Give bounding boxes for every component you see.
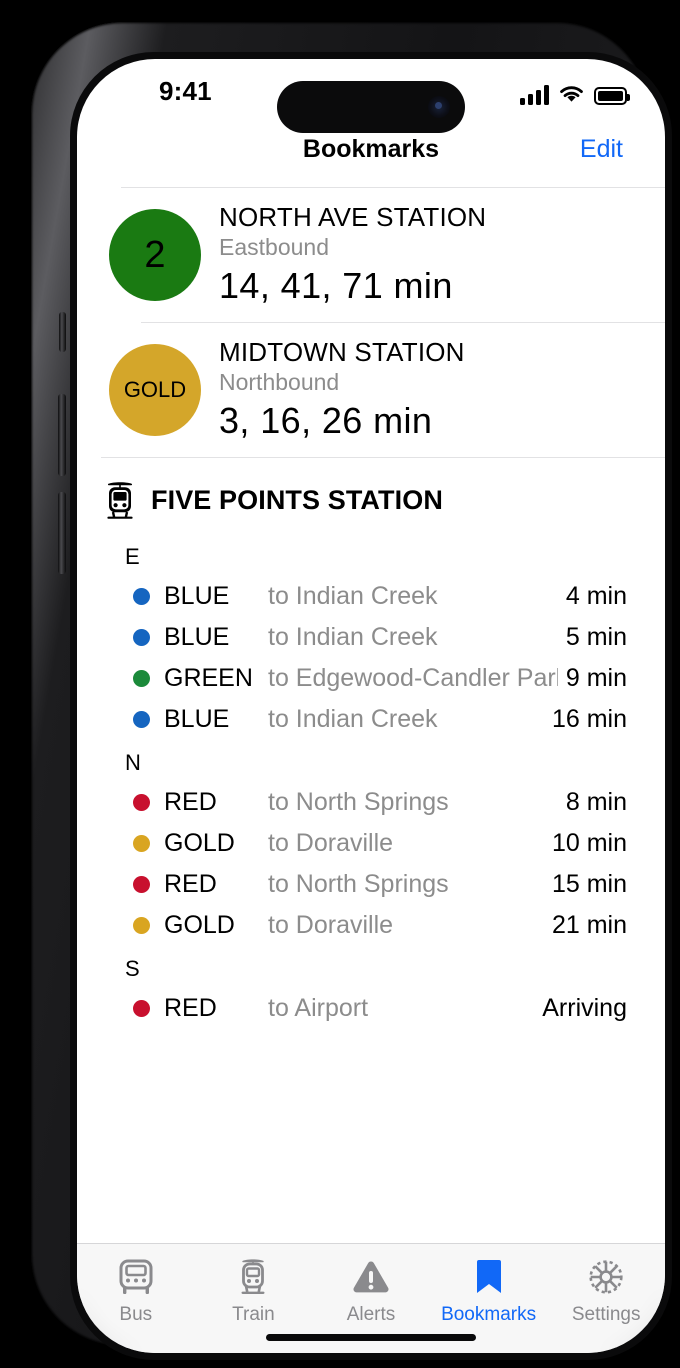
route-color-dot: [133, 794, 150, 812]
tab-settings[interactable]: Settings: [547, 1256, 665, 1326]
departure-row[interactable]: BLUE to Indian Creek 16 min: [77, 699, 665, 740]
tab-alerts[interactable]: Alerts: [312, 1256, 430, 1326]
departure-destination: to Indian Creek: [268, 623, 438, 652]
departure-route: GREEN: [164, 664, 253, 693]
route-color-dot: [133, 917, 150, 935]
departure-row[interactable]: GOLD to Doraville 10 min: [77, 823, 665, 864]
route-color-dot: [133, 835, 150, 853]
screenshot-root: 9:41 Bookmarks Edit 2 NORTH AVE STATION …: [0, 0, 680, 1368]
departure-time: 5 min: [565, 623, 627, 652]
status-bar-indicators: [520, 79, 630, 105]
departure-route: BLUE: [164, 582, 230, 611]
bus-icon: [116, 1256, 156, 1298]
status-bar: 9:41: [77, 59, 665, 133]
tab-label: Bookmarks: [441, 1304, 537, 1325]
departure-destination: to North Springs: [268, 788, 449, 817]
gear-icon: [586, 1256, 626, 1298]
navigation-bar: Bookmarks Edit: [77, 125, 665, 187]
tab-label: Alerts: [346, 1304, 396, 1325]
bookmark-arrival-times: 3, 16, 26 min: [219, 400, 433, 442]
station-section-header: FIVE POINTS STATION: [77, 458, 665, 534]
bookmark-arrival-times: 14, 41, 71 min: [219, 265, 453, 307]
departure-row[interactable]: RED to North Springs 8 min: [77, 782, 665, 823]
departure-time: Arriving: [542, 994, 627, 1023]
phone-frame: 9:41 Bookmarks Edit 2 NORTH AVE STATION …: [31, 22, 672, 1360]
route-badge: GOLD: [109, 344, 201, 437]
bookmark-icon: [474, 1256, 504, 1298]
departure-destination: to Doraville: [268, 829, 394, 858]
direction-group-s: RED to Airport Arriving: [77, 988, 665, 1029]
volume-up-button[interactable]: [58, 394, 66, 476]
tab-bookmarks[interactable]: Bookmarks: [430, 1256, 548, 1326]
departure-row[interactable]: RED to North Springs 15 min: [77, 864, 665, 905]
route-color-dot: [133, 876, 150, 894]
front-camera-icon: [428, 96, 450, 118]
departure-destination: to Indian Creek: [268, 705, 438, 734]
volume-down-button[interactable]: [58, 492, 66, 574]
departure-destination: to Edgewood-Candler Park: [268, 664, 558, 693]
departure-row[interactable]: GREEN to Edgewood-Candler Park 9 min: [77, 658, 665, 699]
departure-route: GOLD: [164, 911, 235, 940]
cellular-signal-icon: [520, 85, 549, 105]
warning-icon: [350, 1256, 392, 1298]
tram-icon: [107, 482, 133, 519]
bookmark-direction: Eastbound: [219, 234, 329, 261]
departure-route: RED: [164, 788, 217, 817]
edit-button[interactable]: Edit: [580, 135, 623, 164]
route-color-dot: [133, 1000, 150, 1018]
departure-route: BLUE: [164, 705, 230, 734]
page-title: Bookmarks: [302, 135, 440, 163]
bookmark-row[interactable]: 2 NORTH AVE STATION Eastbound 14, 41, 71…: [77, 188, 665, 322]
bookmark-info: NORTH AVE STATION Eastbound 14, 41, 71 m…: [219, 202, 639, 308]
departure-time: 4 min: [565, 582, 627, 611]
wifi-icon: [560, 86, 583, 102]
direction-group-n: RED to North Springs 8 min GOLD to Dorav…: [77, 782, 665, 946]
bookmark-station-name: NORTH AVE STATION: [219, 202, 487, 232]
bookmark-row[interactable]: GOLD MIDTOWN STATION Northbound 3, 16, 2…: [77, 323, 665, 457]
departure-row[interactable]: GOLD to Doraville 21 min: [77, 905, 665, 946]
route-color-dot: [133, 711, 150, 729]
departure-time: 10 min: [551, 829, 627, 858]
tab-label: Settings: [571, 1304, 641, 1325]
departure-time: 16 min: [551, 705, 627, 734]
departure-destination: to Indian Creek: [268, 582, 438, 611]
phone-screen: 9:41 Bookmarks Edit 2 NORTH AVE STATION …: [77, 59, 665, 1353]
route-color-dot: [133, 588, 150, 606]
departure-route: RED: [164, 994, 217, 1023]
tab-train[interactable]: Train: [195, 1256, 313, 1326]
departure-row[interactable]: RED to Airport Arriving: [77, 988, 665, 1029]
departure-row[interactable]: BLUE to Indian Creek 4 min: [77, 576, 665, 617]
tab-label: Train: [232, 1304, 275, 1325]
home-indicator[interactable]: [266, 1334, 476, 1341]
battery-full-icon: [594, 87, 630, 105]
station-name: FIVE POINTS STATION: [151, 484, 443, 515]
departure-time: 21 min: [551, 911, 627, 940]
tab-bus[interactable]: Bus: [77, 1256, 195, 1326]
departure-destination: to Airport: [268, 994, 369, 1023]
bookmark-direction: Northbound: [219, 369, 340, 396]
direction-group-label: N: [125, 750, 141, 776]
direction-group-label: E: [125, 544, 140, 570]
route-color-dot: [133, 629, 150, 647]
route-badge: 2: [109, 209, 201, 302]
status-bar-time: 9:41: [159, 76, 212, 106]
departure-destination: to Doraville: [268, 911, 394, 940]
departure-row[interactable]: BLUE to Indian Creek 5 min: [77, 617, 665, 658]
tram-icon: [233, 1256, 273, 1298]
bookmark-list: 2 NORTH AVE STATION Eastbound 14, 41, 71…: [77, 188, 665, 1029]
direction-group-e: BLUE to Indian Creek 4 min BLUE to India…: [77, 576, 665, 740]
direction-group-label: S: [125, 956, 140, 982]
tab-label: Bus: [119, 1304, 153, 1325]
bookmark-info: MIDTOWN STATION Northbound 3, 16, 26 min: [219, 337, 639, 443]
departure-destination: to North Springs: [268, 870, 449, 899]
departure-time: 8 min: [565, 788, 627, 817]
departure-time: 15 min: [551, 870, 627, 899]
silent-switch[interactable]: [59, 312, 66, 352]
departure-route: BLUE: [164, 623, 230, 652]
departure-time: 9 min: [565, 664, 627, 693]
bookmark-station-name: MIDTOWN STATION: [219, 337, 465, 368]
departure-route: GOLD: [164, 829, 235, 858]
route-color-dot: [133, 670, 150, 688]
departure-route: RED: [164, 870, 217, 899]
